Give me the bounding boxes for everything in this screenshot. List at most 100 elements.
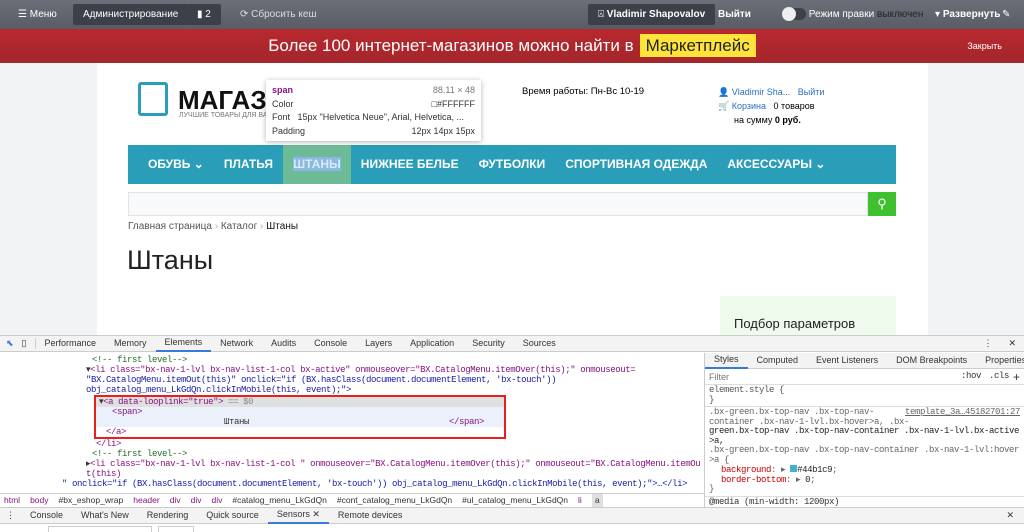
devtools-tabs: ⬉ ▯ Performance Memory Elements Network … [0,336,1024,352]
nav-item-underwear[interactable]: НИЖНЕЕ БЕЛЬЕ [351,145,469,184]
tab-application[interactable]: Application [401,336,463,351]
crumb[interactable]: div [211,494,222,507]
tab-computed[interactable]: Computed [748,353,808,368]
page-title: Штаны [127,245,213,276]
tab-properties[interactable]: Properties [976,353,1024,368]
sensors-button[interactable] [158,526,194,532]
nav-item-accessories[interactable]: АКСЕССУАРЫ ⌄ [717,145,835,184]
inspect-tooltip: span88.11 × 48 Color□#FFFFFF Font 15px "… [266,80,481,141]
breadcrumb-home[interactable]: Главная страница [128,221,212,232]
dom-span-close: </span> [249,417,484,427]
crumb[interactable]: #catalog_menu_LkGdQn [232,494,327,507]
drawer-tab-remote-devices[interactable]: Remote devices [329,508,412,523]
tab-console[interactable]: Console [305,336,356,351]
styles-filter-input[interactable] [709,370,957,383]
crumb[interactable]: body [30,494,48,507]
crumb[interactable]: header [133,494,159,507]
shopping-bag-icon [138,82,168,116]
css-value[interactable]: #44b1c9 [797,465,832,475]
drawer-tab-quick-source[interactable]: Quick source [197,508,268,523]
crumb[interactable]: #bx_eshop_wrap [59,494,124,507]
dom-node-li[interactable]: ▾<li class="bx-nav-1-lvl bx-nav-list-1-c… [0,365,704,375]
dom-node-span[interactable]: <span> [94,407,506,417]
css-value[interactable]: 0 [805,475,810,485]
user-icon: ⍓ [598,9,604,20]
header-user-link[interactable]: Vladimir Sha... [732,87,791,97]
brace: } [709,485,1020,495]
tooltip-padding: 12px 14px 15px [411,126,475,140]
drawer-tab-sensors[interactable]: Sensors ✕ [268,507,329,524]
inspect-element-icon[interactable]: ⬉ [0,338,20,349]
dom-close-li: </li> [0,439,704,449]
crumb-selected[interactable]: a [592,494,603,507]
banner-text: можно найти в [514,36,634,55]
search-input[interactable] [128,192,868,216]
close-devtools-icon[interactable]: ✕ [1000,338,1024,349]
crumb[interactable]: div [191,494,202,507]
dom-node-li-cont: "BX.CatalogMenu.itemOut(this)" onclick="… [0,375,704,385]
crumb[interactable]: html [4,494,20,507]
drawer-tab-rendering[interactable]: Rendering [138,508,198,523]
tab-styles[interactable]: Styles [705,353,748,369]
cart-link[interactable]: Корзина [732,101,766,111]
drawer-menu-icon[interactable]: ⋮ [0,510,21,521]
breadcrumb-current: Штаны [266,221,298,232]
crumb[interactable]: div [170,494,181,507]
menu-button[interactable]: ☰ Меню [8,4,67,25]
rule-source-link[interactable]: template_3a…45182701:27 [905,408,1020,418]
dom-node-a[interactable]: ▾<a data-looplink="true"> == $0 [94,395,506,407]
tab-memory[interactable]: Memory [105,336,156,351]
css-property[interactable]: border-bottom [721,475,786,485]
tab-dom-breakpoints[interactable]: DOM Breakpoints [887,353,976,368]
crumb[interactable]: li [578,494,582,507]
user-button[interactable]: ⍓ Vladimir Shapovalov [588,4,715,25]
crumb[interactable]: #ul_catalog_menu_LkGdQn [462,494,568,507]
reset-cache-button[interactable]: ⟳ Сбросить кеш [230,4,326,25]
logout-button[interactable]: Выйти [708,4,761,25]
hov-button[interactable]: :hov [957,372,985,382]
marketplace-banner[interactable]: Более 100 интернет-магазинов можно найти… [0,29,1024,63]
menu-label: Меню [30,9,57,20]
cls-button[interactable]: .cls [985,372,1013,382]
cart-icon: 🛒 [718,101,729,111]
dom-comment: <!-- first level--> [0,355,704,365]
breadcrumb-catalog[interactable]: Каталог [221,221,257,232]
edit-mode-toggle[interactable]: Режим правки выключен [772,4,933,25]
header-logout-link[interactable]: Выйти [798,87,825,97]
marketplace-badge[interactable]: Маркетплейс [640,34,756,57]
tab-sources[interactable]: Sources [514,336,565,351]
more-icon[interactable]: ⋮ [975,338,1000,349]
toggle-switch[interactable] [782,8,806,20]
cart-count: 0 товаров [774,101,815,111]
tab-performance[interactable]: Performance [36,336,106,351]
filter-panel-title: Подбор параметров [720,296,896,336]
nav-item-tshirts[interactable]: ФУТБОЛКИ [469,145,556,184]
add-rule-icon[interactable]: + [1013,370,1020,384]
dom-node-li-2[interactable]: ▸<li class="bx-nav-1-lvl bx-nav-list-1-c… [0,459,704,479]
css-property[interactable]: background [721,465,771,475]
refresh-icon: ⟳ [240,9,248,20]
drawer-tab-console[interactable]: Console [21,508,72,523]
sensors-select[interactable] [48,526,152,532]
pin-icon[interactable]: ✎ [992,4,1020,25]
notifications-button[interactable]: ▮ 2 [187,4,221,25]
search-button[interactable]: ⚲ [868,192,896,216]
close-drawer-icon[interactable]: ✕ [996,510,1024,521]
banner-close[interactable]: Закрыть [967,29,1002,63]
tab-layers[interactable]: Layers [356,336,401,351]
tab-event-listeners[interactable]: Event Listeners [807,353,887,368]
tab-network[interactable]: Network [211,336,262,351]
tab-audits[interactable]: Audits [262,336,305,351]
drawer-tab-whats-new[interactable]: What's New [72,508,138,523]
dom-node-li-2-cont: " onclick="if (BX.hasClass(document.docu… [0,479,704,489]
nav-item-sportswear[interactable]: СПОРТИВНАЯ ОДЕЖДА [555,145,717,184]
nav-item-shoes[interactable]: ОБУВЬ ⌄ [138,145,214,184]
device-toolbar-icon[interactable]: ▯ [20,338,36,349]
tab-security[interactable]: Security [463,336,514,351]
nav-item-pants[interactable]: ШТАНЫ [283,145,351,184]
crumb[interactable]: #cont_catalog_menu_LkGdQn [337,494,452,507]
reset-cache-label: Сбросить кеш [251,9,316,20]
tab-elements[interactable]: Elements [156,335,212,352]
admin-button[interactable]: Администрирование [73,4,188,25]
nav-item-dresses[interactable]: ПЛАТЬЯ [214,145,283,184]
